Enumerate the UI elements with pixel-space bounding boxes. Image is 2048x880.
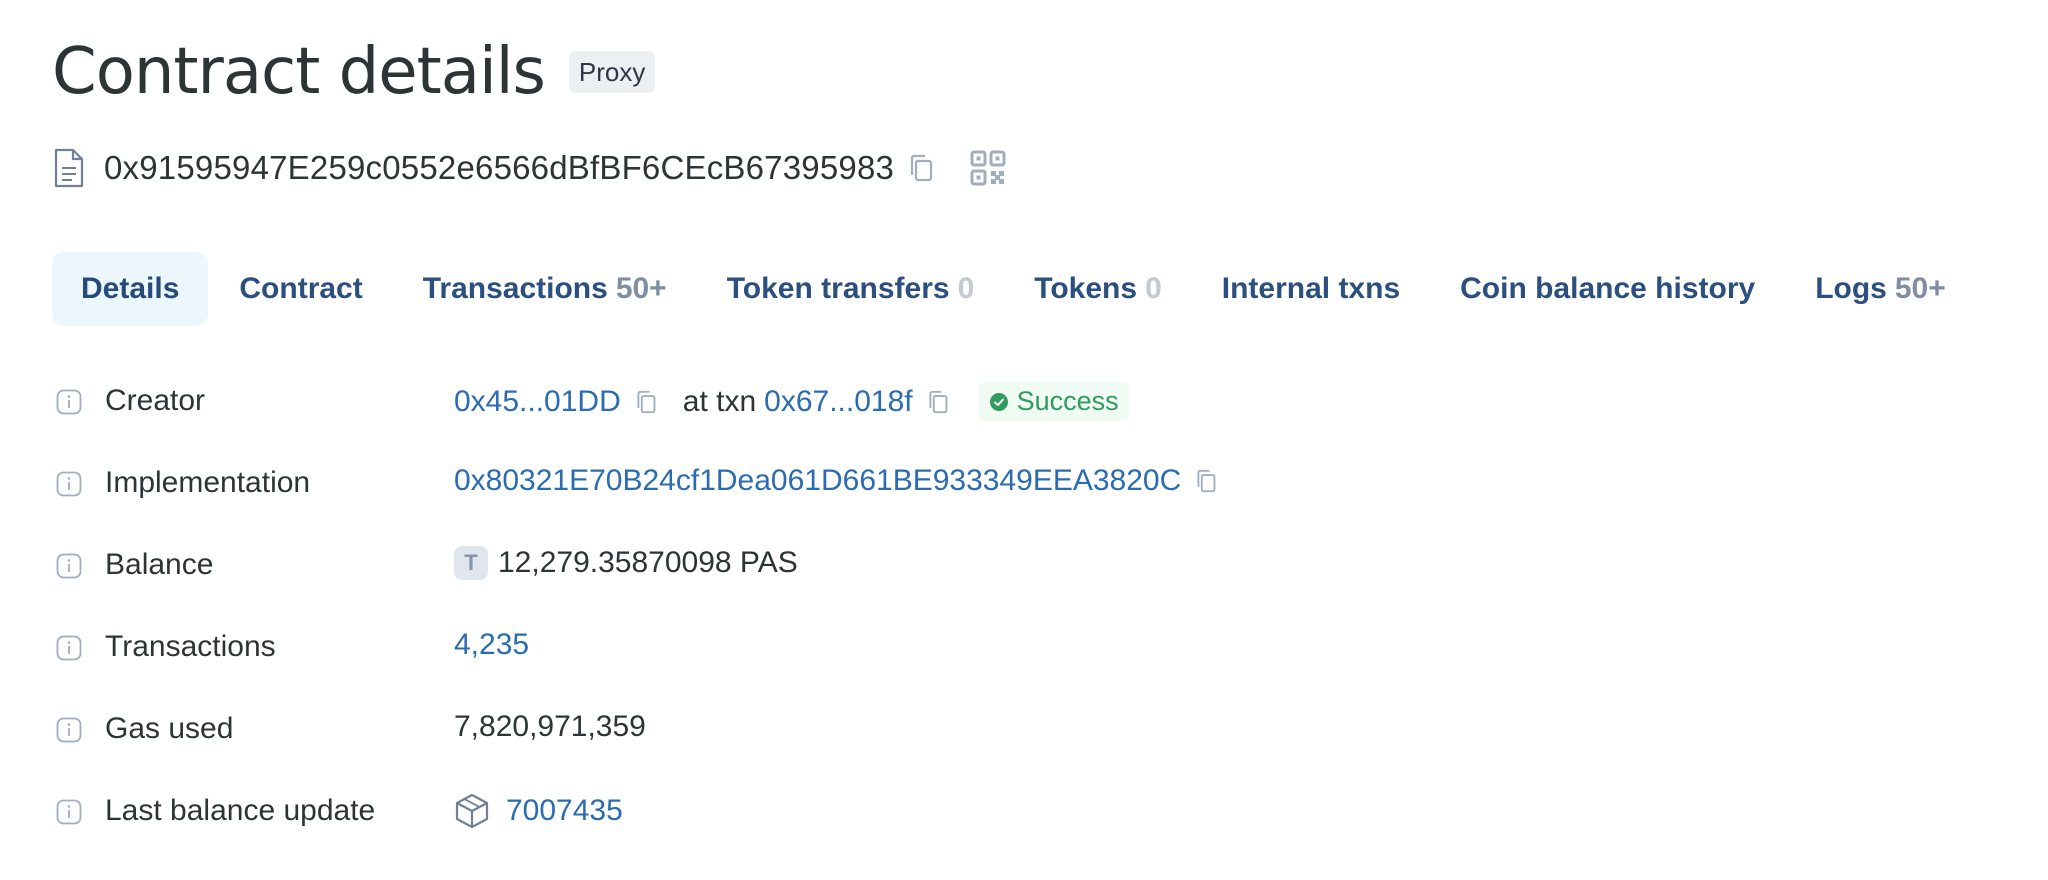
gas-used-value: 7,820,971,359 — [454, 710, 646, 743]
gas-used-value-wrap: 7,820,971,359 — [454, 710, 646, 744]
detail-row-balance: Balance T 12,279.35870098 PAS — [56, 542, 798, 590]
tab-label: Contract — [239, 272, 363, 305]
implementation-value: 0x80321E70B24cf1Dea061D661BE933349EEA382… — [454, 464, 1217, 498]
tab-count: 0 — [1145, 272, 1162, 305]
contract-address: 0x91595947E259c0552e6566dBfBF6CEcB673959… — [104, 149, 895, 186]
transactions-value-wrap: 4,235 — [454, 628, 529, 662]
implementation-label: Implementation — [105, 466, 311, 499]
status-text: Success — [1016, 386, 1119, 416]
gas-used-label: Gas used — [105, 712, 234, 745]
tab-internal-txns[interactable]: Internal txns — [1193, 252, 1429, 326]
detail-row-gas-used: Gas used 7,820,971,359 — [56, 706, 646, 754]
detail-row-creator: Creator 0x45...01DD at txn 0x67...018f S… — [56, 378, 1129, 426]
last-balance-update-label: Last balance update — [105, 794, 376, 827]
tab-label: Transactions — [422, 272, 608, 305]
tab-coin-balance-history[interactable]: Coin balance history — [1431, 252, 1784, 326]
creation-txn-link[interactable]: 0x67...018f — [764, 385, 912, 419]
tab-count: 50+ — [1894, 272, 1946, 305]
creator-value: 0x45...01DD at txn 0x67...018f Success — [454, 382, 1129, 421]
info-icon[interactable] — [56, 553, 82, 579]
page-title: Contract details — [52, 35, 546, 109]
status-badge: Success — [978, 382, 1129, 421]
creator-address-link[interactable]: 0x45...01DD — [454, 385, 621, 419]
tab-label: Token transfers — [726, 272, 950, 305]
tab-contract[interactable]: Contract — [210, 252, 391, 326]
at-txn-text: at txn — [682, 384, 757, 418]
tab-bar: Details Contract Transactions 50+ Token … — [52, 252, 1977, 326]
tab-token-transfers[interactable]: Token transfers 0 — [698, 252, 1004, 326]
contract-details-page: Contract details Proxy 0x91595947E259c05… — [0, 0, 2048, 880]
last-balance-update-value-wrap: 7007435 — [454, 792, 623, 830]
block-number-link[interactable]: 7007435 — [506, 794, 623, 828]
document-icon — [54, 148, 84, 188]
tab-transactions[interactable]: Transactions 50+ — [394, 252, 696, 326]
balance-value-wrap: T 12,279.35870098 PAS — [454, 546, 798, 580]
tab-count: 0 — [957, 272, 975, 305]
token-icon: T — [454, 546, 488, 580]
tab-count: 50+ — [615, 272, 667, 305]
implementation-address-link[interactable]: 0x80321E70B24cf1Dea061D661BE933349EEA382… — [454, 464, 1181, 498]
qr-code-icon[interactable] — [970, 150, 1006, 186]
balance-value: 12,279.35870098 PAS — [498, 546, 798, 579]
info-icon[interactable] — [56, 635, 82, 661]
tab-label: Details — [81, 272, 180, 305]
title-row: Contract details Proxy — [52, 34, 656, 110]
info-icon[interactable] — [56, 389, 82, 415]
transactions-count-link[interactable]: 4,235 — [454, 628, 529, 662]
tab-label: Tokens — [1034, 272, 1138, 305]
tab-label: Coin balance history — [1460, 272, 1756, 305]
info-icon[interactable] — [56, 471, 82, 497]
proxy-tag: Proxy — [568, 51, 656, 93]
address-row: 0x91595947E259c0552e6566dBfBF6CEcB673959… — [52, 146, 1006, 190]
detail-row-last-balance-update: Last balance update 7007435 — [56, 788, 623, 836]
detail-row-transactions: Transactions 4,235 — [56, 624, 529, 672]
info-icon[interactable] — [56, 799, 82, 825]
block-cube-icon — [455, 793, 489, 829]
copy-txn-icon[interactable] — [927, 389, 949, 415]
transactions-label: Transactions — [105, 630, 276, 663]
tab-label: Internal txns — [1221, 272, 1401, 305]
tab-tokens[interactable]: Tokens 0 — [1005, 252, 1191, 326]
tab-logs[interactable]: Logs 50+ — [1786, 252, 1975, 326]
copy-implementation-icon[interactable] — [1195, 468, 1217, 494]
copy-creator-icon[interactable] — [635, 389, 657, 415]
info-icon[interactable] — [56, 717, 82, 743]
creator-label: Creator — [105, 384, 206, 417]
detail-row-implementation: Implementation 0x80321E70B24cf1Dea061D66… — [56, 460, 1216, 508]
check-circle-icon — [989, 392, 1008, 411]
balance-label: Balance — [105, 548, 214, 581]
copy-address-icon[interactable] — [908, 153, 934, 183]
tab-details[interactable]: Details — [52, 252, 209, 326]
tab-label: Logs — [1815, 272, 1887, 305]
